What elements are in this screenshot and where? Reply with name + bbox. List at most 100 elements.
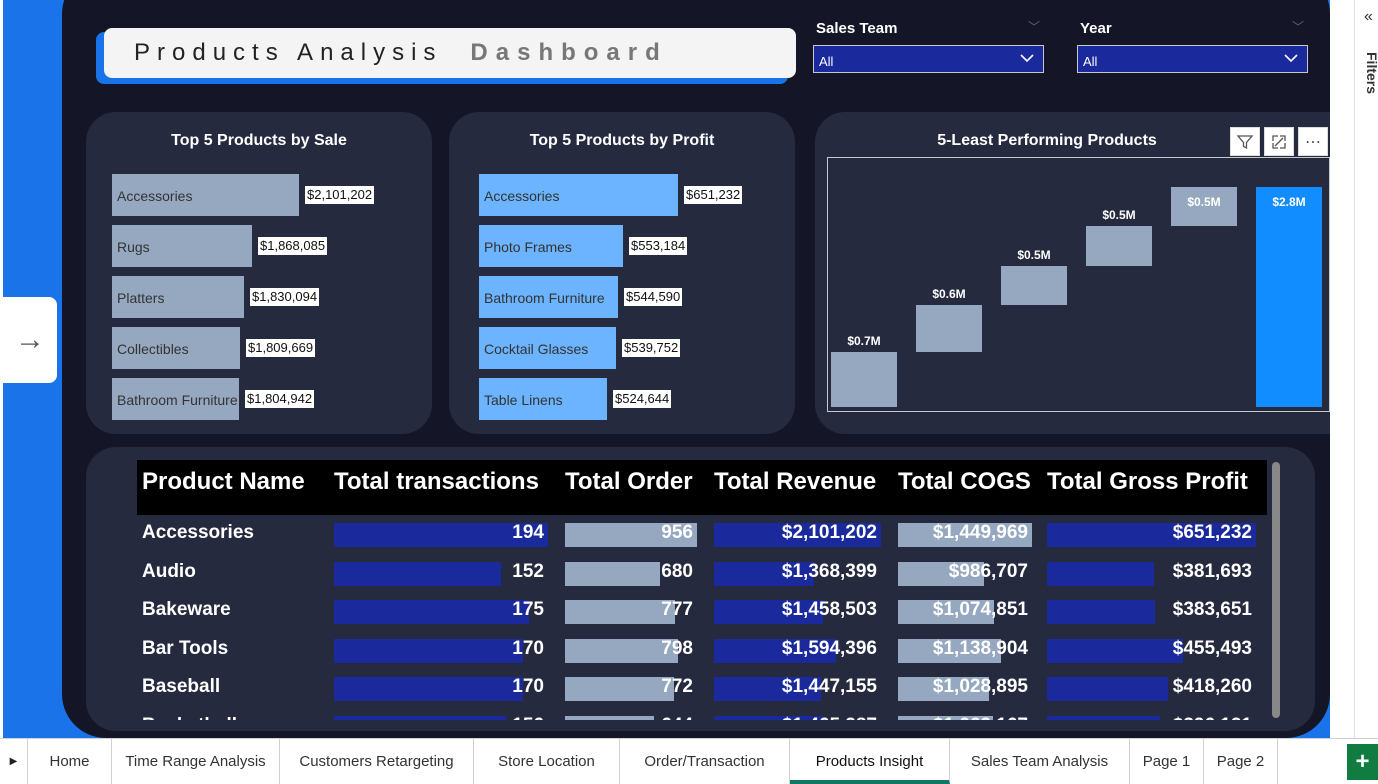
more-options-glyph: ⋯ [1305,133,1321,151]
tab-store-location[interactable]: Store Location [474,739,620,784]
numeric-cell: 956 [661,522,693,543]
bar-data-label: $2,101,202 [305,186,375,204]
tab-order-transaction[interactable]: Order/Transaction [620,739,790,784]
waterfall-step-bar[interactable] [831,352,897,407]
numeric-cell: $1,465,287 [714,715,877,721]
chart-bar[interactable]: Accessories [112,174,299,216]
year-dropdown[interactable]: All [1077,45,1308,73]
page-title-light: Products Analysis [134,39,443,66]
table-row[interactable]: Bakeware 175 777 $1,458,503 $1,074,851 $383,6… [137,596,1267,626]
bar-category-label: Platters [117,290,165,306]
table-row[interactable]: Accessories 194 956 $2,101,202 $1,449,969 $65… [137,519,1267,549]
table-column-header[interactable]: Total Gross Profit [1047,460,1248,515]
table-row[interactable]: Audio 152 680 $1,368,399 $986,707 $381,693 [137,558,1267,588]
waterfall-data-label: $0.5M [1017,247,1051,262]
numeric-cell: $651,232 [1172,522,1252,543]
waterfall-frame[interactable] [827,157,1330,412]
tab-products-insight[interactable]: Products Insight [790,739,950,784]
bar-data-label: $1,804,942 [245,390,315,408]
table-column-header[interactable]: Total transactions [334,460,539,515]
product-name-cell: Audio [142,560,196,582]
more-options-icon[interactable]: ⋯ [1298,127,1328,156]
filter-icon-glyph [1236,134,1254,149]
numeric-cell: 194 [512,522,544,543]
numeric-cell: 772 [661,676,693,697]
chart-bar[interactable]: Photo Frames [479,225,623,267]
table-column-header[interactable]: Total COGS [898,460,1031,515]
chart-bar[interactable]: Cocktail Glasses [479,327,616,369]
focus-mode-icon[interactable] [1264,127,1294,156]
least-performing-title: 5-Least Performing Products [937,132,1157,149]
waterfall-step-bar[interactable] [1001,265,1067,305]
numeric-cell: 680 [661,560,693,582]
numeric-cell: $396,121 [1047,715,1252,721]
page-title-bold: Dashboard [470,39,668,66]
bar-category-label: Photo Frames [484,239,572,255]
numeric-cell: $986,707 [948,560,1028,582]
waterfall-total-bar[interactable] [1256,187,1322,407]
tab-page-2[interactable]: Page 2 [1204,739,1278,784]
table-scrollbar[interactable] [1272,462,1280,718]
product-name-cell: Basketball [142,715,237,721]
waterfall-data-label: $0.5M [1102,208,1136,223]
chart-bar[interactable]: Collectibles [112,327,240,369]
table-column-header[interactable]: Total Order [565,460,693,515]
filters-pane[interactable] [1354,0,1378,738]
numeric-cell: $1,074,851 [932,599,1028,620]
filter-icon[interactable] [1230,127,1260,156]
tab-sales-team-analysis[interactable]: Sales Team Analysis [950,739,1130,784]
numeric-cell: $1,069,167 [898,715,1028,721]
chart-bar[interactable]: Platters [112,276,244,318]
numeric-cell: 777 [661,599,693,620]
table-row[interactable]: Bar Tools 170 798 $1,594,396 $1,138,904 $455,… [137,635,1267,665]
year-slicer-label: Year [1080,20,1112,37]
numeric-cell: 175 [512,599,544,620]
waterfall-step-bar[interactable] [1086,226,1152,266]
table-column-header[interactable]: Total Revenue [714,460,876,515]
chevron-down-icon [1020,54,1034,63]
bar-category-label: Accessories [117,188,193,204]
numeric-cell: $418,260 [1172,676,1252,697]
tab-page-1[interactable]: Page 1 [1130,739,1204,784]
product-name-cell: Accessories [142,522,254,543]
filters-pane-label[interactable]: Filters [1364,52,1378,94]
product-name-cell: Bar Tools [142,637,229,659]
tab-home[interactable]: Home [28,739,112,784]
chart-bar[interactable]: Table Linens [479,378,607,420]
numeric-cell: $1,368,399 [781,560,877,582]
chart-bar[interactable]: Rugs [112,225,252,267]
chart-bar[interactable]: Bathroom Furniture [479,276,618,318]
top-profit-title: Top 5 Products by Profit [529,132,715,149]
bar-data-label: $544,590 [624,288,683,306]
bar-data-label: $1,868,085 [258,237,328,255]
table-body[interactable]: Accessories 194 956 $2,101,202 $1,449,969 $65… [137,515,1267,720]
waterfall-data-label: $0.6M [932,286,966,301]
play-icon[interactable]: ▶ [0,739,28,784]
collapse-icon[interactable]: « [1364,8,1373,26]
chevron-down-icon [1284,54,1298,63]
tab-time-range-analysis[interactable]: Time Range Analysis [112,739,280,784]
numeric-cell: $1,138,904 [932,637,1028,659]
waterfall-step-bar[interactable] [916,304,982,352]
chevron-down-icon[interactable]: ﹀ [1292,18,1304,35]
arrow-right-icon: → [15,323,45,356]
chart-bar[interactable]: Bathroom Furniture [112,378,239,420]
add-page-button[interactable]: + [1347,744,1378,780]
tab-customers-retargeting[interactable]: Customers Retargeting [280,739,474,784]
table-column-header[interactable]: Product Name [142,460,305,515]
sales-team-dropdown[interactable]: All [813,45,1044,73]
bar-data-label: $553,184 [629,237,688,255]
bar-data-label: $1,830,094 [250,288,320,306]
bar-category-label: Bathroom Furniture [484,290,605,306]
chevron-down-icon[interactable]: ﹀ [1028,18,1040,35]
table-row[interactable]: Basketball 156 644 $1,465,287 $1,069,167 $396… [137,712,1267,721]
sales-team-value: All [819,54,834,69]
next-page-button[interactable]: → [3,297,57,383]
numeric-cell: $455,493 [1172,637,1252,659]
bar-data-label: $539,752 [622,339,681,357]
chart-bar[interactable]: Accessories [479,174,678,216]
bar-category-label: Bathroom Furniture [117,392,238,408]
numeric-cell: $381,693 [1172,560,1252,582]
table-row[interactable]: Baseball 170 772 $1,447,155 $1,028,895 $418,2… [137,673,1267,703]
waterfall-total-label: $2.8M [1272,195,1306,209]
